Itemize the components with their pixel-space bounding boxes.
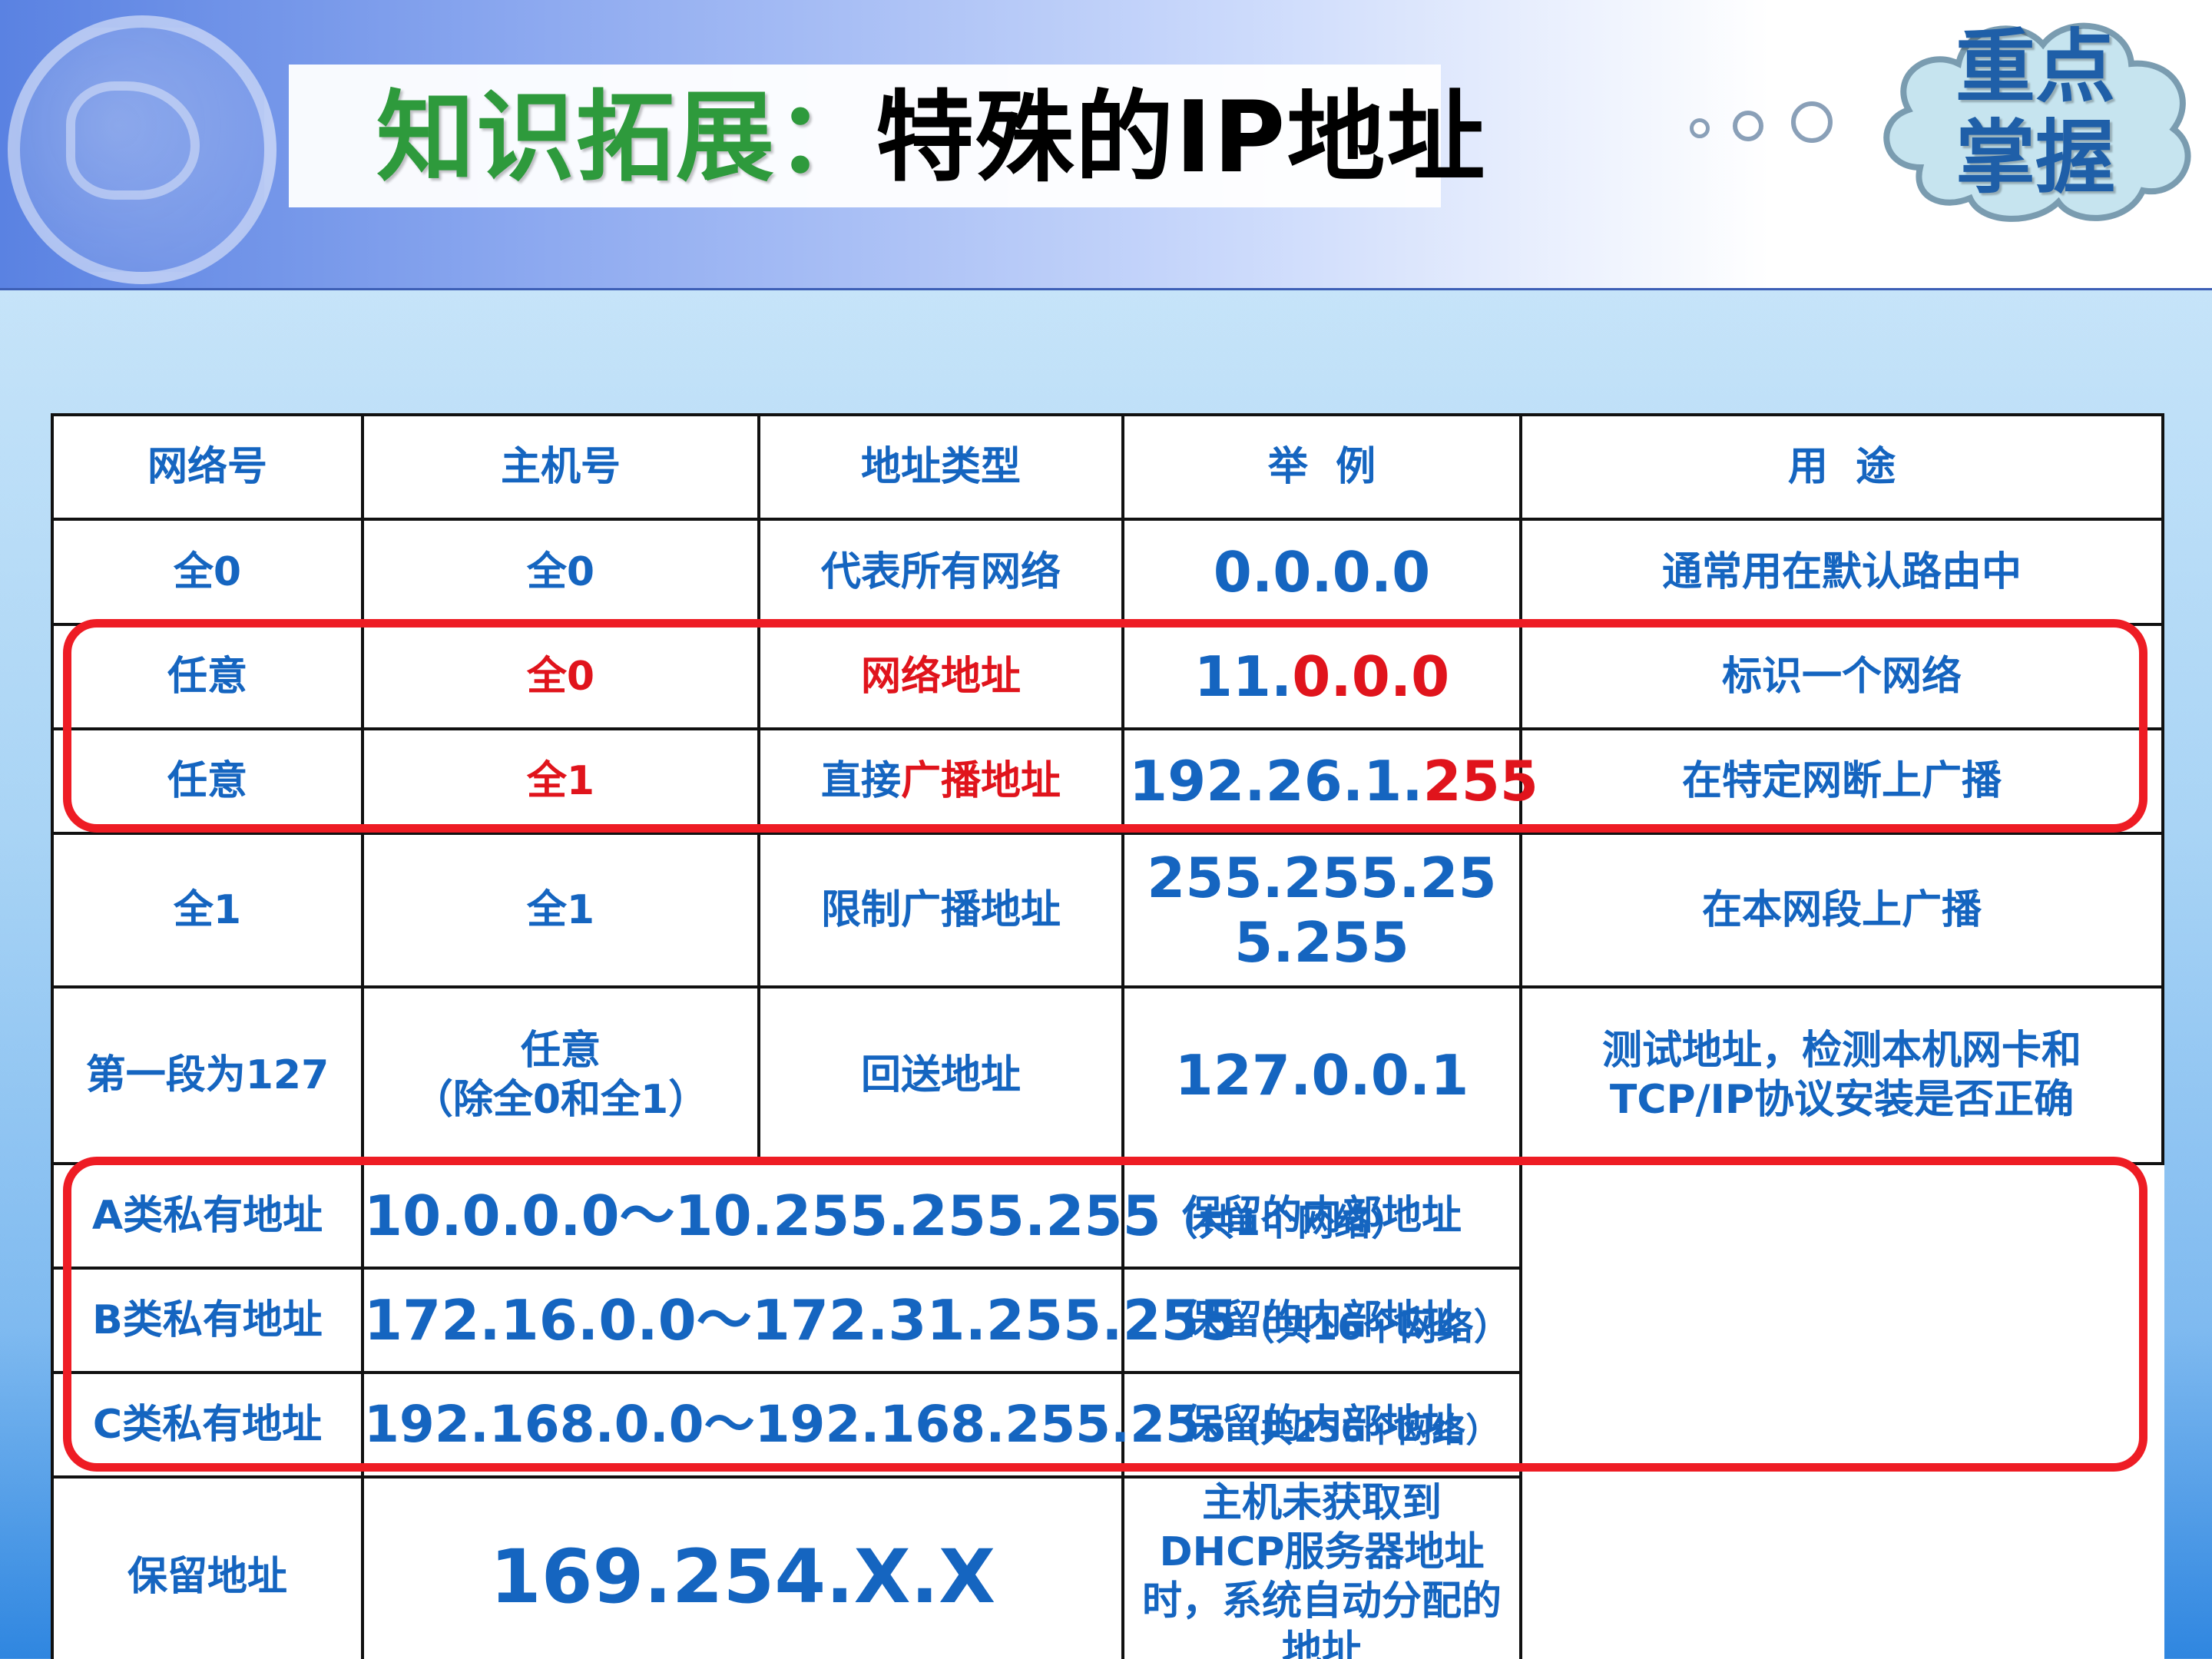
cell-example: 192.26.1.255 — [1121, 727, 1538, 835]
table-row: 全1 全1 限制广播地址 255.255.255.255 在本网段上广播 — [51, 832, 2164, 988]
cell-use: 标识一个网络 — [1519, 623, 2164, 730]
cell-range: 172.16.0.0～172.31.255.255（共16个网络） — [361, 1267, 1511, 1374]
title-prefix: 知识拓展： — [376, 81, 876, 195]
cell-net: 第一段为127 — [51, 985, 364, 1165]
cell-use: 保留的内部地址 — [1121, 1162, 1522, 1270]
cell-net: C类私有地址 — [51, 1371, 364, 1479]
example-highlight: 0.0.0 — [1292, 644, 1450, 709]
header-host: 主机号 — [361, 413, 760, 521]
cell-example: 11.0.0.0 — [1121, 623, 1522, 730]
table-row: 保留地址 169.254.X.X 主机未获取到DHCP服务器地址时，系统自动分配… — [51, 1475, 2163, 1659]
header-type: 地址类型 — [757, 413, 1124, 521]
cell-net: B类私有地址 — [51, 1267, 364, 1374]
cell-host: 任意 （除全0和全1） — [361, 985, 760, 1165]
example-part: 11. — [1194, 644, 1293, 709]
table-header-row: 网络号 主机号 地址类型 举 例 用 途 — [51, 413, 2164, 521]
cell-type: 代表所有网络 — [757, 518, 1124, 626]
type-highlight: 广播地址 — [901, 758, 1061, 804]
example-highlight: 255 — [1422, 749, 1538, 813]
table-row: 全0 全0 代表所有网络 0.0.0.0 通常用在默认路由中 — [51, 518, 2164, 626]
cell-type: 回送地址 — [757, 985, 1124, 1165]
badge-line1: 重点 — [1955, 20, 2115, 114]
cell-use: 通常用在默认路由中 — [1519, 518, 2164, 626]
example-part: 192.26.1. — [1129, 749, 1423, 813]
host-line1: 任意 — [520, 1028, 601, 1074]
cell-example: 255.255.255.255 — [1121, 832, 1522, 988]
cell-type: 限制广播地址 — [757, 832, 1124, 988]
cell-host: 全0 — [361, 518, 760, 626]
range-text: 10.0.0.0～10.255.255.255 — [364, 1184, 1161, 1248]
table-row: 任意 全0 网络地址 11.0.0.0 标识一个网络 — [51, 623, 2164, 730]
header-network: 网络号 — [51, 413, 364, 521]
decor-dot-large — [1791, 101, 1833, 143]
cell-type: 直接广播地址 — [757, 727, 1124, 835]
cell-net: 全1 — [51, 832, 364, 988]
cell-use: 测试地址，检测本机网卡和TCP/IP协议安装是否正确 — [1519, 985, 2164, 1165]
header-use: 用 途 — [1519, 413, 2164, 521]
cell-net: 全0 — [51, 518, 364, 626]
slide-title: 知识拓展：特殊的IP地址 — [376, 77, 1486, 200]
title-main: 特殊的IP地址 — [876, 81, 1487, 195]
type-part: 直接 — [820, 758, 901, 804]
cell-host: 全0 — [361, 623, 760, 730]
table-row: 任意 全1 直接广播地址 192.26.1.255 在特定网断上广播 — [51, 727, 2164, 835]
cell-use: 在本网段上广播 — [1519, 832, 2164, 988]
cell-range: 169.254.X.X — [361, 1475, 1124, 1659]
cell-use: 主机未获取到DHCP服务器地址时，系统自动分配的地址 — [1121, 1475, 1522, 1659]
table-row: A类私有地址 10.0.0.0～10.255.255.255（共1个网络） 保留… — [51, 1162, 2163, 1270]
table-row: C类私有地址 192.168.0.0～192.168.255.255（共256个… — [51, 1371, 2163, 1479]
cell-range: 192.168.0.0～192.168.255.255（共256个网络） — [361, 1371, 1499, 1479]
cell-range: 10.0.0.0～10.255.255.255（共1个网络） — [361, 1162, 1408, 1270]
badge-text: 重点 掌握 — [1920, 22, 2151, 203]
cell-net: 任意 — [51, 623, 364, 730]
cell-example: 127.0.0.1 — [1121, 985, 1522, 1165]
cell-net: 保留地址 — [51, 1475, 364, 1659]
globe-logo-icon — [8, 15, 276, 284]
table-row: 第一段为127 任意 （除全0和全1） 回送地址 127.0.0.1 测试地址，检… — [51, 985, 2164, 1165]
decor-dot-small — [1690, 118, 1710, 138]
range-text: 192.168.0.0～192.168.255.25 — [364, 1395, 1200, 1454]
cell-use: 保留的内部地址 — [1121, 1267, 1522, 1374]
badge-line2: 掌握 — [1955, 111, 2115, 204]
special-ip-table: 网络号 主机号 地址类型 举 例 用 途 全0 全0 代表所有网络 0.0.0.… — [51, 413, 2164, 1659]
cell-example: 0.0.0.0 — [1121, 518, 1522, 626]
decor-dot-medium — [1733, 111, 1763, 141]
cell-use: 在特定网断上广播 — [1519, 727, 2164, 835]
cell-host: 全1 — [361, 727, 760, 835]
cell-host: 全1 — [361, 832, 760, 988]
host-line2: （除全0和全1） — [412, 1077, 709, 1123]
table-row: B类私有地址 172.16.0.0～172.31.255.255（共16个网络）… — [51, 1267, 2163, 1374]
range-text: 172.16.0.0～172.31.255.255 — [364, 1288, 1238, 1353]
header-example: 举 例 — [1121, 413, 1522, 521]
cell-use: 保留的内部地址 — [1121, 1371, 1522, 1479]
cell-type: 网络地址 — [757, 623, 1124, 730]
cell-net: A类私有地址 — [51, 1162, 364, 1270]
cell-net: 任意 — [51, 727, 364, 835]
